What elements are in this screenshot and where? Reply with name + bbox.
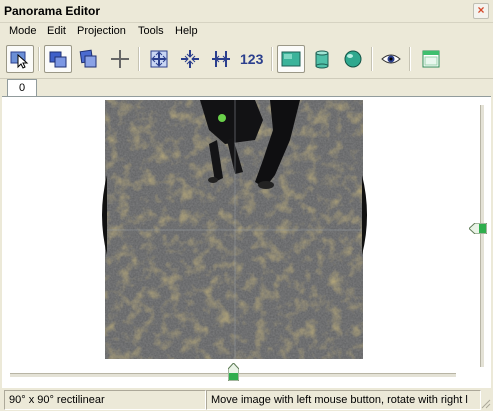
straighten-button[interactable] [207,45,235,73]
window-title: Panorama Editor [4,4,101,18]
move-images-icon [49,51,67,68]
status-bar: 90° x 90° rectilinear Move image with le… [0,388,493,411]
window-panel-icon [422,50,440,68]
vertical-slider-track[interactable] [480,105,484,367]
select-mode-button[interactable] [6,45,34,73]
spherical-projection-icon [344,50,362,68]
crosshair-button[interactable] [106,45,134,73]
vertical-slider-thumb[interactable] [469,223,487,234]
center-button[interactable] [176,45,204,73]
toolbar-separator [271,47,273,71]
fit-expand-icon [150,50,168,68]
select-mode-icon [10,51,29,69]
toolbar-separator [38,47,40,71]
menu-help[interactable]: Help [175,25,198,37]
cylindrical-projection-icon [315,50,329,69]
rectilinear-projection-button[interactable] [277,45,305,73]
menu-projection[interactable]: Projection [77,25,126,37]
title-bar: Panorama Editor × [0,0,493,23]
preview-eye-icon [381,54,401,64]
resize-grip-icon[interactable] [479,397,491,409]
toolbar-separator [138,47,140,71]
crosshair-icon [111,50,129,68]
straighten-icon [212,51,230,67]
tab-image-0[interactable]: 0 [7,79,37,97]
status-projection: 90° x 90° rectilinear [4,390,206,410]
toolbar-separator [371,47,373,71]
warp-edge-left [102,175,107,255]
images-stack-icon [79,49,97,68]
panorama-editor-window: Panorama Editor × Mode Edit Projection T… [0,0,493,411]
menu-edit[interactable]: Edit [47,25,66,37]
spherical-projection-button[interactable] [339,45,367,73]
move-images-button[interactable] [44,45,72,73]
images-stack-button[interactable] [74,45,102,73]
window-panel-button[interactable] [417,45,445,73]
menu-tools[interactable]: Tools [138,25,164,37]
cylindrical-projection-button[interactable] [308,45,336,73]
status-hint: Move image with left mouse button, rotat… [206,390,481,410]
toolbar-separator [409,47,411,71]
preview-button[interactable] [377,45,405,73]
close-button[interactable]: × [473,3,489,19]
rectilinear-projection-icon [281,51,301,67]
horizontal-slider-thumb[interactable] [228,363,239,381]
panorama-image[interactable] [105,100,363,359]
center-icon [181,50,199,68]
image-tab-bar: 0 [0,78,493,97]
numbers-button[interactable]: 123 [240,51,263,67]
warp-edge-right [362,175,367,255]
toolbar: 123 [0,40,493,79]
menu-mode[interactable]: Mode [9,25,37,37]
menu-bar: Mode Edit Projection Tools Help [0,22,493,40]
fit-expand-button[interactable] [145,45,173,73]
panorama-preview-area[interactable] [2,96,491,388]
